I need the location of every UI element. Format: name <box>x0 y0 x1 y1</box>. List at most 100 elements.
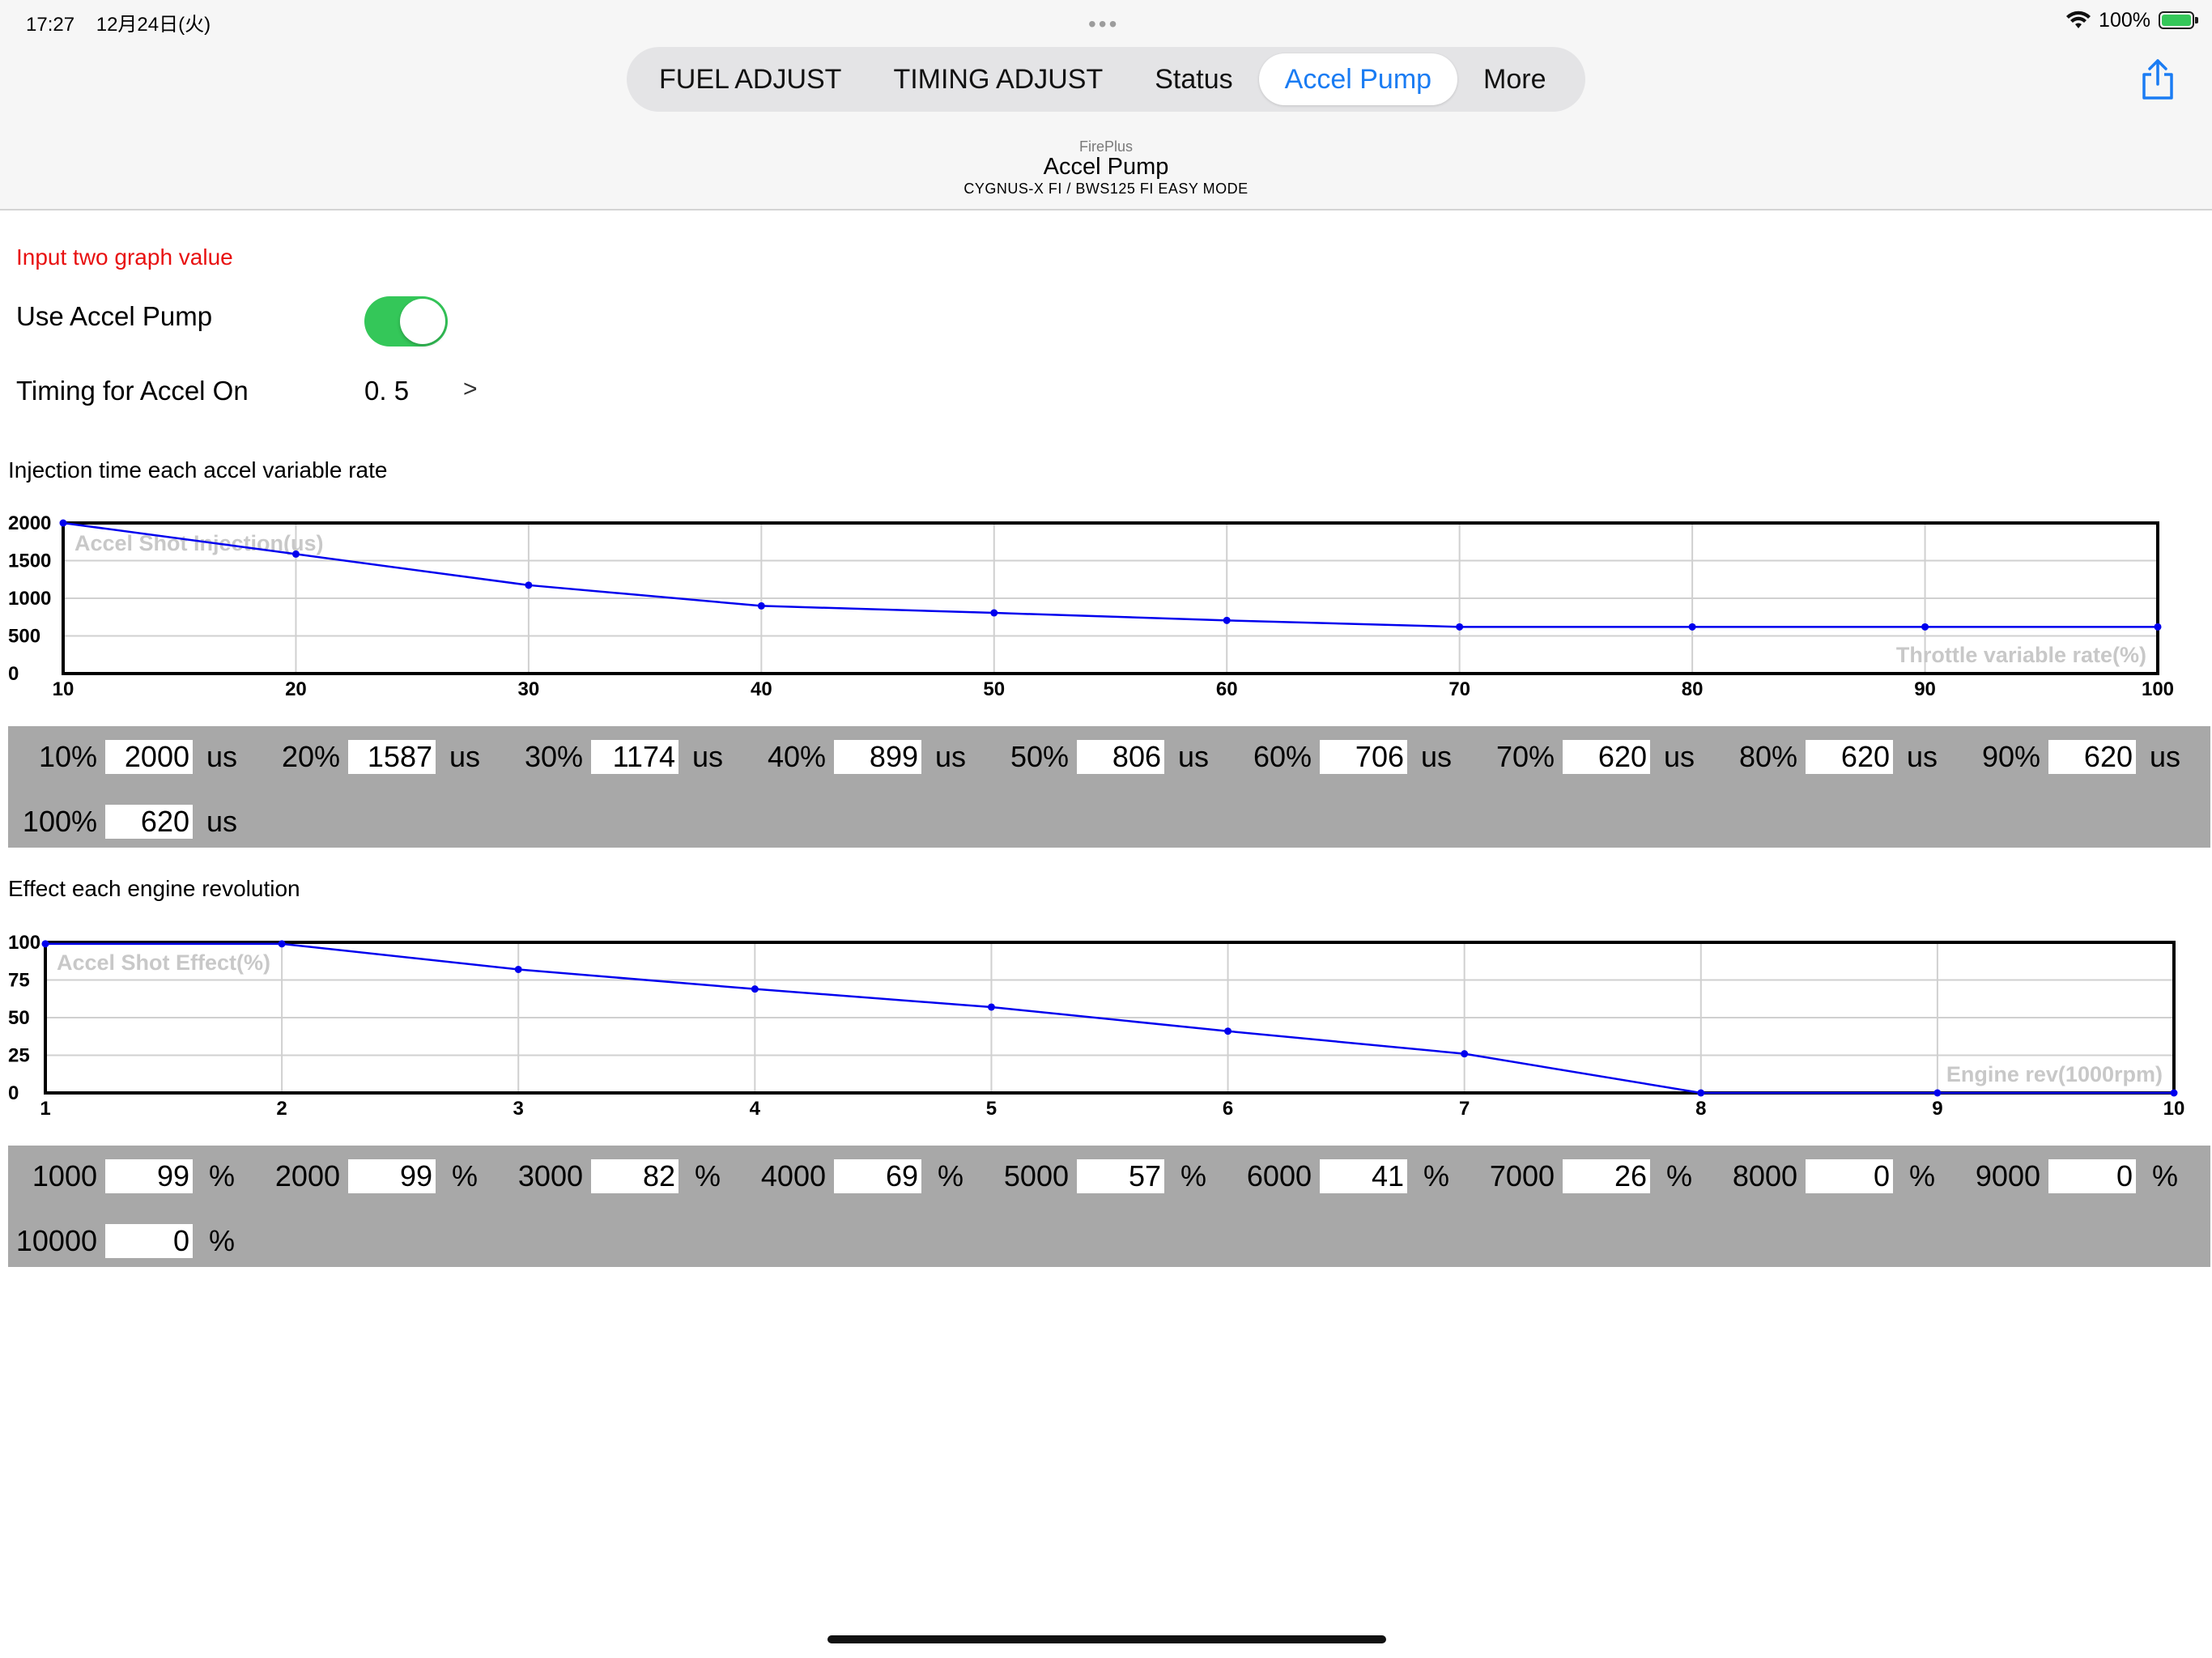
effect-label: 7000 <box>1489 1159 1555 1192</box>
x-tick-label: 80 <box>1682 678 1704 700</box>
tab-fuel-adjust[interactable]: FUEL ADJUST <box>633 53 867 105</box>
injection-value-field[interactable]: 620 <box>1563 740 1650 774</box>
injection-label: 70% <box>1495 740 1555 773</box>
use-accel-toggle[interactable] <box>364 296 448 346</box>
injection-label: 20% <box>281 740 340 773</box>
effect-chart[interactable]: Accel Shot Effect(%) Engine rev(1000rpm) 0… <box>0 923 2212 1120</box>
effect-cell: 6000 41% <box>1223 1159 1465 1193</box>
effect-section-title: Effect each engine revolution <box>8 876 300 901</box>
injection-chart[interactable]: Accel Shot Injection(us) Throttle variabl… <box>0 502 2212 700</box>
injection-cell: 80% 620 us <box>1708 740 1951 774</box>
effect-value-field[interactable]: 0 <box>1806 1159 1893 1193</box>
injection-value-field[interactable]: 1587 <box>348 740 436 774</box>
home-indicator[interactable] <box>827 1635 1386 1643</box>
effect-unit: % <box>2151 1159 2178 1192</box>
data-point <box>1697 1089 1705 1097</box>
chevron-right-icon[interactable]: > <box>463 376 478 403</box>
effect-value-field[interactable]: 26 <box>1563 1159 1650 1193</box>
effect-value-field[interactable]: 0 <box>2048 1159 2136 1193</box>
multitasking-dots[interactable]: ••• <box>1088 11 1119 37</box>
tab-status[interactable]: Status <box>1129 53 1258 105</box>
injection-value-field[interactable]: 706 <box>1320 740 1407 774</box>
effect-cell: 5000 57% <box>980 1159 1223 1193</box>
battery-icon <box>2159 11 2198 29</box>
effect-value-field[interactable]: 57 <box>1077 1159 1164 1193</box>
y-tick-label: 0 <box>8 663 19 685</box>
effect-row-2: 10000 0% <box>8 1222 251 1260</box>
effect-unit: % <box>1423 1159 1449 1192</box>
tab-timing-adjust[interactable]: TIMING ADJUST <box>867 53 1129 105</box>
data-point <box>59 519 67 527</box>
data-point <box>525 581 533 589</box>
x-tick-label: 10 <box>2163 1098 2185 1120</box>
data-point <box>1933 1089 1942 1097</box>
x-tick-label: 30 <box>518 678 540 700</box>
effect-unit: % <box>451 1159 478 1192</box>
effect-value-field[interactable]: 0 <box>105 1224 193 1258</box>
y-tick-label: 50 <box>8 1007 30 1029</box>
x-tick-label: 6 <box>1223 1098 1233 1120</box>
data-point <box>2170 1089 2178 1097</box>
timing-label: Timing for Accel On <box>16 376 249 406</box>
axis-label: Throttle variable rate(%) <box>1896 643 2146 667</box>
injection-cell: 60% 706 us <box>1223 740 1465 774</box>
data-point <box>514 965 522 973</box>
y-tick-label: 1000 <box>8 588 51 610</box>
injection-value-field[interactable]: 620 <box>105 805 193 839</box>
x-tick-label: 20 <box>285 678 307 700</box>
injection-label: 40% <box>767 740 826 773</box>
tab-more[interactable]: More <box>1457 53 1572 105</box>
effect-cell: 1000 99% <box>8 1159 251 1193</box>
effect-value-field[interactable]: 82 <box>591 1159 678 1193</box>
injection-label: 80% <box>1738 740 1797 773</box>
y-tick-label: 500 <box>8 626 40 648</box>
effect-label: 4000 <box>760 1159 826 1192</box>
y-tick-label: 1500 <box>8 551 51 572</box>
x-tick-label: 90 <box>1914 678 1936 700</box>
effect-cell: 7000 26% <box>1465 1159 1708 1193</box>
injection-cell: 40% 899 us <box>737 740 980 774</box>
injection-value-field[interactable]: 1174 <box>591 740 678 774</box>
series-label: Accel Shot Injection(us) <box>74 531 324 555</box>
page-subtitle: CYGNUS-X FI / BWS125 FI EASY MODE <box>963 181 1249 197</box>
effect-cell: 3000 82% <box>494 1159 737 1193</box>
data-point <box>41 940 49 948</box>
injection-value-field[interactable]: 620 <box>2048 740 2136 774</box>
tab-bar: FUEL ADJUST TIMING ADJUST Status Accel P… <box>627 47 1585 112</box>
timing-value[interactable]: 0. 5 <box>364 376 409 406</box>
data-point <box>1921 623 1929 631</box>
injection-row-1: 10% 2000 us 20% 1587 us 30% 1174 us 40% 899 us 50% 80… <box>8 738 2194 776</box>
injection-value-field[interactable]: 620 <box>1806 740 1893 774</box>
effect-unit: % <box>208 1224 235 1257</box>
effect-label: 5000 <box>1003 1159 1069 1192</box>
x-tick-label: 9 <box>1932 1098 1942 1120</box>
injection-value-field[interactable]: 2000 <box>105 740 193 774</box>
effect-value-field[interactable]: 99 <box>348 1159 436 1193</box>
effect-value-field[interactable]: 99 <box>105 1159 193 1193</box>
series-line <box>62 521 2158 628</box>
injection-unit: us <box>1420 740 1453 773</box>
share-icon[interactable] <box>2139 58 2176 100</box>
injection-label: 90% <box>1981 740 2040 773</box>
effect-value-field[interactable]: 41 <box>1320 1159 1407 1193</box>
injection-unit: us <box>934 740 967 773</box>
y-tick-label: 75 <box>8 970 30 992</box>
effect-label: 2000 <box>274 1159 340 1192</box>
data-point <box>1224 1027 1232 1035</box>
x-tick-label: 1 <box>40 1098 50 1120</box>
x-tick-label: 70 <box>1448 678 1470 700</box>
effect-label: 3000 <box>517 1159 583 1192</box>
data-point <box>1688 623 1696 631</box>
tab-accel-pump[interactable]: Accel Pump <box>1258 53 1458 105</box>
effect-value-field[interactable]: 69 <box>834 1159 921 1193</box>
injection-value-field[interactable]: 806 <box>1077 740 1164 774</box>
effect-label: 8000 <box>1732 1159 1797 1192</box>
effect-row-1: 1000 99% 2000 99% 3000 82% 4000 69% 5000 57% 6000 4… <box>8 1158 2194 1195</box>
effect-value-panel: 1000 99% 2000 99% 3000 82% 4000 69% 5000 57% 6000 4… <box>8 1146 2210 1267</box>
effect-unit: % <box>1908 1159 1935 1192</box>
effect-label: 10000 <box>15 1224 97 1257</box>
x-tick-label: 7 <box>1459 1098 1470 1120</box>
battery-percent: 100% <box>2099 8 2150 32</box>
injection-label: 60% <box>1253 740 1312 773</box>
injection-value-field[interactable]: 899 <box>834 740 921 774</box>
